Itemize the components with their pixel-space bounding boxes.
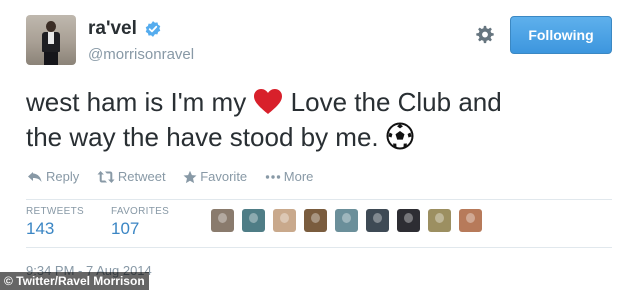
more-button[interactable]: More (265, 169, 314, 184)
favoriter-avatar[interactable] (397, 209, 420, 232)
user-name-block[interactable]: ra'vel (88, 18, 162, 40)
reply-icon (28, 172, 42, 182)
reply-label: Reply (46, 169, 80, 184)
tweet-card: ra'vel @morrisonravel Following west ham… (0, 0, 634, 290)
more-dots-icon (265, 175, 280, 179)
avatar-figure-shirt (48, 32, 54, 44)
tweet-text-line-1: west ham is I'm my Love the Club and (26, 85, 616, 120)
divider-bottom (26, 247, 612, 248)
favoriter-avatar[interactable] (242, 209, 265, 232)
display-name[interactable]: ra'vel (88, 18, 137, 40)
retweets-stat[interactable]: RETWEETS 143 (26, 206, 84, 239)
user-handle[interactable]: @morrisonravel (88, 46, 194, 63)
tweet-text-segment-2: Love the Club and (283, 87, 502, 117)
photo-credit: © Twitter/Ravel Morrison (0, 272, 149, 290)
retweets-count[interactable]: 143 (26, 219, 84, 239)
star-icon (183, 170, 197, 184)
soccer-ball-icon (386, 122, 414, 150)
retweet-button[interactable]: Retweet (97, 169, 166, 184)
red-heart-icon (254, 89, 283, 114)
divider-top (26, 199, 612, 200)
verified-badge-icon (146, 21, 161, 37)
tweet-text: west ham is I'm my Love the Club and the… (26, 85, 616, 155)
favoriter-avatar[interactable] (428, 209, 451, 232)
more-label: More (283, 169, 314, 184)
retweet-icon (97, 171, 115, 183)
favorites-stat[interactable]: FAVORITES 107 (111, 206, 169, 239)
tweet-text-segment-1: west ham is I'm my (26, 87, 254, 117)
favoriter-avatar[interactable] (366, 209, 389, 232)
gear-icon[interactable] (474, 24, 496, 46)
favoriter-avatar[interactable] (211, 209, 234, 232)
reply-button[interactable]: Reply (27, 169, 79, 184)
tweet-actions: Reply Retweet Favorite More (27, 169, 327, 187)
favoriter-avatar[interactable] (304, 209, 327, 232)
retweet-label: Retweet (117, 169, 166, 184)
favoriter-avatar[interactable] (273, 209, 296, 232)
favoriter-avatar[interactable] (335, 209, 358, 232)
tweet-text-line-2: the way the have stood by me. (26, 120, 616, 155)
favoriters-avatar-list (211, 209, 490, 237)
favorites-count[interactable]: 107 (111, 219, 169, 239)
tweet-text-segment-3: the way the have stood by me. (26, 122, 386, 152)
following-button[interactable]: Following (510, 16, 612, 54)
retweets-label: RETWEETS (26, 206, 84, 217)
favorites-label: FAVORITES (111, 206, 170, 217)
avatar-figure-head (46, 21, 56, 32)
favorite-button[interactable]: Favorite (183, 169, 247, 184)
favoriter-avatar[interactable] (459, 209, 482, 232)
avatar[interactable] (26, 15, 76, 65)
favorite-label: Favorite (200, 169, 248, 184)
avatar-figure-legs (44, 52, 58, 65)
